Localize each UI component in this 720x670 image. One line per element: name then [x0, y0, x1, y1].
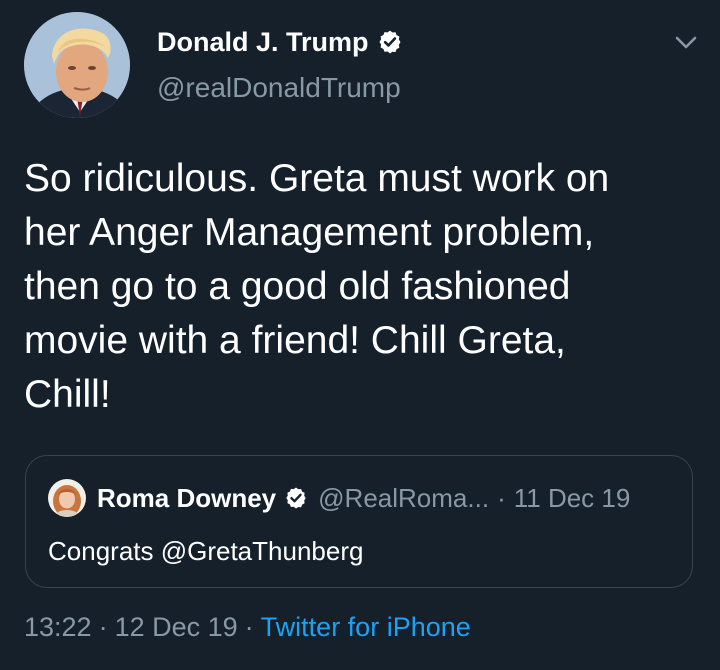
- quoted-separator-dot: ·: [497, 482, 506, 513]
- profile-photo-icon: [24, 12, 130, 118]
- chevron-down-icon[interactable]: [672, 30, 700, 54]
- quoted-tweet-header: Roma Downey @RealRoma... · 11 Dec 19: [48, 478, 630, 518]
- quoted-verified-badge-icon: [286, 487, 306, 509]
- meta-separator-dot: ·: [98, 612, 108, 642]
- quoted-author-name: Roma Downey: [97, 482, 277, 513]
- tweet-text: So ridiculous. Greta must work on her An…: [24, 157, 610, 416]
- verified-badge-icon: [379, 30, 401, 54]
- quoted-tweet-date: 11 Dec 19: [513, 482, 631, 513]
- tweet-meta: 13:22 · 12 Dec 19 · Twitter for iPhone: [24, 612, 471, 643]
- quoted-tweet-text: Congrats @GretaThunberg: [48, 536, 364, 566]
- quoted-author-handle: @RealRoma...: [318, 482, 490, 513]
- author-handle[interactable]: @realDonaldTrump: [157, 72, 401, 104]
- author-display-name[interactable]: Donald J. Trump: [157, 27, 369, 58]
- tweet-time[interactable]: 13:22: [24, 612, 92, 643]
- quoted-tweet-card[interactable]: Roma Downey @RealRoma... · 11 Dec 19 Con…: [25, 455, 693, 588]
- author-avatar[interactable]: [24, 12, 130, 118]
- quoted-profile-photo-icon: [48, 479, 86, 517]
- tweet-source-link[interactable]: Twitter for iPhone: [261, 612, 471, 643]
- author-name-row[interactable]: Donald J. Trump: [157, 22, 403, 62]
- meta-separator-dot: ·: [244, 612, 254, 642]
- tweet-date[interactable]: 12 Dec 19: [115, 612, 238, 643]
- quoted-author-avatar: [48, 479, 86, 517]
